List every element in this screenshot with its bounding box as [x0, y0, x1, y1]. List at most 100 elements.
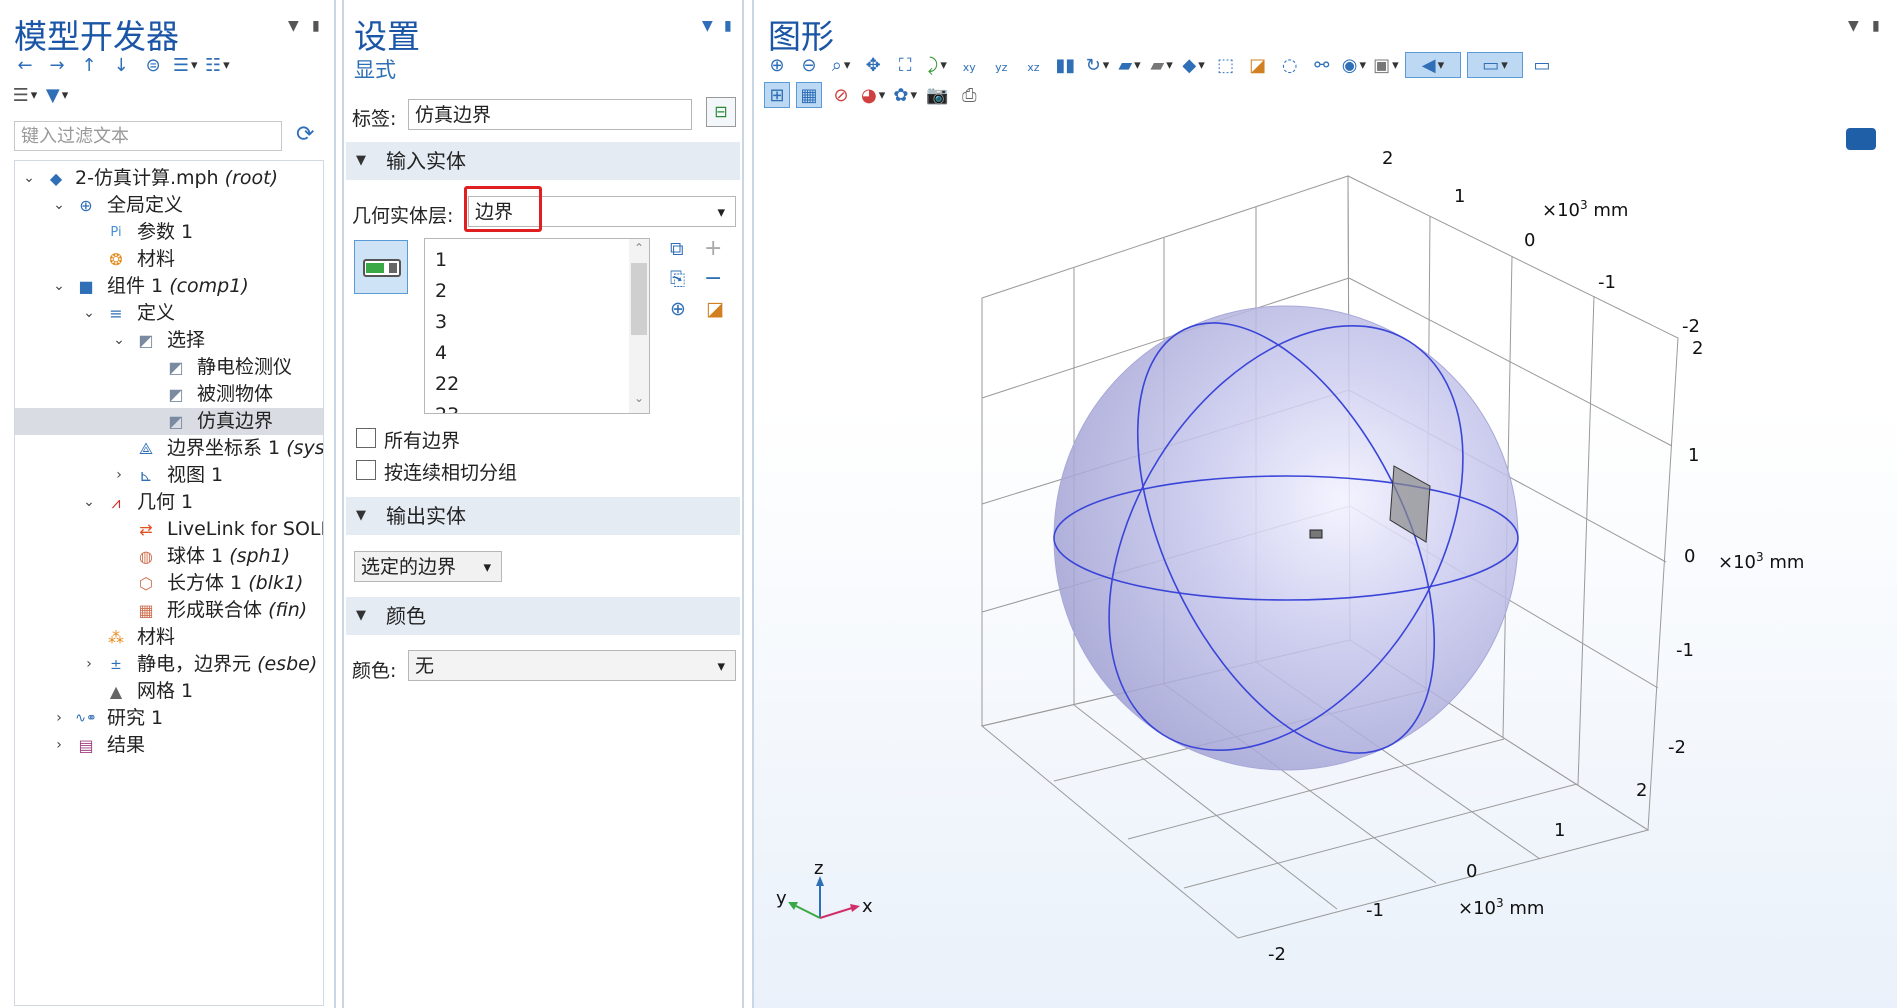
print-icon[interactable]: ⎙	[956, 82, 982, 108]
render-icon[interactable]: ▭	[1466, 52, 1523, 78]
camera-view-icon[interactable]: ▮▮	[1052, 52, 1078, 78]
view-xy-icon[interactable]: xy	[956, 54, 982, 80]
build-icon[interactable]: ▼	[44, 82, 70, 108]
zoom-selected-icon[interactable]: ⊕	[670, 298, 686, 320]
panel-menu-icon[interactable]: ▼	[288, 18, 299, 34]
group-tangent-checkbox[interactable]	[356, 460, 376, 480]
list-item[interactable]: 4	[435, 338, 459, 369]
label-reset-icon[interactable]: ⊟	[706, 97, 736, 127]
active-toggle-button[interactable]	[354, 240, 408, 294]
clear-select-icon[interactable]: ◪	[1245, 52, 1271, 78]
color-section[interactable]: ▼ 颜色	[346, 597, 740, 635]
tree-node-geometry[interactable]: ⌄ ⩘ 几何 1	[15, 489, 323, 516]
copy-icon[interactable]: ⧉	[670, 238, 684, 260]
pin-icon[interactable]: ▮	[724, 18, 732, 34]
zoom-selected-icon[interactable]: ✥	[860, 52, 886, 78]
collapse-sections-icon[interactable]: ☷	[204, 52, 230, 78]
tree-node-selection-boundary[interactable]: ◩ 仿真边界	[15, 408, 323, 435]
tree-node-boundary-system[interactable]: ⟁边界坐标系 1 (sys1)	[15, 435, 323, 462]
panel-menu-icon[interactable]: ▼	[702, 18, 713, 34]
select-boundary-icon[interactable]: ▰	[1149, 52, 1175, 78]
list-item[interactable]: 2	[435, 276, 459, 307]
tree-node-materials[interactable]: ⁂ 材料	[15, 624, 323, 651]
view-xz-icon[interactable]: xz	[1020, 54, 1046, 80]
zoom-box-icon[interactable]: ⌕	[828, 52, 854, 78]
tree-node-physics[interactable]: › ± 静电，边界元 (esbe)	[15, 651, 323, 678]
selection-icon: ◩	[168, 412, 184, 431]
tick-label: 1	[1454, 186, 1465, 207]
move-up-icon[interactable]: ↑	[76, 52, 102, 78]
reset-hiding-icon[interactable]: ⊘	[828, 82, 854, 108]
show-grid-icon[interactable]: ⊞	[764, 82, 790, 108]
forward-icon[interactable]: →	[44, 52, 70, 78]
box-select-icon[interactable]: ⬚	[1213, 52, 1239, 78]
transparency-icon[interactable]: ▣	[1373, 52, 1399, 78]
paste-icon[interactable]: ⎘	[670, 268, 685, 290]
export-icon[interactable]: ▭	[1529, 52, 1555, 78]
move-down-icon[interactable]: ↓	[108, 52, 134, 78]
tree-node-view[interactable]: › ⊾ 视图 1	[15, 462, 323, 489]
tree-node-form-union[interactable]: ▦ 形成联合体 (fin)	[15, 597, 323, 624]
label-input[interactable]: 仿真边界	[408, 99, 692, 130]
output-entities-section[interactable]: ▼ 输出实体	[346, 497, 740, 535]
zoom-extents-icon[interactable]: ⛶	[892, 52, 918, 78]
tree-node-livelink[interactable]: ⇄LiveLink for SOLIDWORKS	[15, 516, 323, 543]
tree-node-definitions[interactable]: ⌄ ≡ 定义	[15, 300, 323, 327]
tree-node-sphere[interactable]: ◍ 球体 1 (sph1)	[15, 543, 323, 570]
tree-node-selection-object[interactable]: ◩ 被测物体	[15, 381, 323, 408]
zoom-in-icon[interactable]: ⊕	[764, 52, 790, 78]
panel-menu-icon[interactable]: ▼	[1848, 18, 1859, 34]
zoom-out-icon[interactable]: ⊖	[796, 52, 822, 78]
color-icon[interactable]: ◕	[860, 82, 886, 108]
view-yz-icon[interactable]: yz	[988, 54, 1014, 80]
tree-node-root[interactable]: ⌄ ◆ 2-仿真计算.mph (root)	[15, 165, 323, 192]
tree-node-materials-global[interactable]: ❂ 材料	[15, 246, 323, 273]
grid-icon[interactable]: ▦	[796, 82, 823, 108]
tree-node-study[interactable]: › ∿⚭ 研究 1	[15, 705, 323, 732]
show-icon[interactable]: ⊜	[140, 52, 166, 78]
hide-icon[interactable]: ◌	[1277, 52, 1303, 78]
tree-node-block[interactable]: ⬡ 长方体 1 (blk1)	[15, 570, 323, 597]
tree-node-selection-detector[interactable]: ◩ 静电检测仪	[15, 354, 323, 381]
select-object-icon[interactable]: ◆	[1181, 52, 1207, 78]
rotate-icon[interactable]: ↻	[1084, 52, 1110, 78]
tree-node-params[interactable]: Pi 参数 1	[15, 219, 323, 246]
wireframe-icon[interactable]: ⚯	[1309, 52, 1335, 78]
list-item[interactable]: 3	[435, 307, 459, 338]
image-snapshot-icon[interactable]: 📷	[924, 82, 950, 108]
pin-icon[interactable]: ▮	[1872, 18, 1880, 34]
remove-icon[interactable]: −	[704, 266, 722, 291]
view-axis-icon[interactable]: ⤸	[924, 52, 950, 78]
input-entities-section[interactable]: ▼ 输入实体	[346, 142, 740, 180]
refresh-icon[interactable]: ⟳	[296, 122, 314, 147]
show-icon[interactable]: ◉	[1341, 52, 1367, 78]
output-entities-select[interactable]: 选定的边界	[354, 551, 502, 582]
expand-sections-icon[interactable]: ☰	[172, 52, 198, 78]
test-object[interactable]	[1309, 529, 1323, 539]
tree-node-global-defs[interactable]: ⌄ ⊕ 全局定义	[15, 192, 323, 219]
tree-node-selections[interactable]: ⌄ ◩ 选择	[15, 327, 323, 354]
filter-input[interactable]: 键入过滤文本	[14, 121, 282, 151]
list-view-icon[interactable]: ☰	[12, 82, 38, 108]
pin-icon[interactable]: ▮	[312, 18, 320, 34]
clear-selection-icon[interactable]: ◪	[706, 298, 724, 320]
all-boundaries-checkbox[interactable]	[356, 428, 376, 448]
tree-node-component[interactable]: ⌄ ■ 组件 1 (comp1)	[15, 273, 323, 300]
entity-list-items: 1 2 3 4 22 23	[435, 245, 459, 413]
model-tree: ⌄ ◆ 2-仿真计算.mph (root) ⌄ ⊕ 全局定义 Pi 参数 1 ❂ 材料 ⌄ ■…	[14, 160, 324, 1006]
entity-list[interactable]: 1 2 3 4 22 23 ⌃ ⌄	[424, 238, 650, 414]
sphere-geometry[interactable]	[1036, 262, 1536, 814]
back-icon[interactable]: ←	[12, 52, 38, 78]
list-item[interactable]: 22	[435, 369, 459, 400]
list-item[interactable]: 23	[435, 400, 459, 413]
select-domain-icon[interactable]: ▰	[1117, 52, 1143, 78]
tree-node-mesh[interactable]: ▲ 网格 1	[15, 678, 323, 705]
color-select[interactable]: 无	[408, 650, 736, 681]
list-scrollbar[interactable]: ⌃ ⌄	[629, 239, 649, 413]
scene-light-icon[interactable]: ◀	[1404, 52, 1461, 78]
add-icon[interactable]: +	[704, 236, 722, 261]
list-item[interactable]: 1	[435, 245, 459, 276]
graphics-canvas[interactable]: 2 1 0 -1 -2 ×103 mm 2 1 0 -1 -2 ×103 mm …	[754, 128, 1894, 1008]
scene-icon[interactable]: ✿	[892, 82, 918, 108]
tree-node-results[interactable]: › ▤ 结果	[15, 732, 323, 759]
